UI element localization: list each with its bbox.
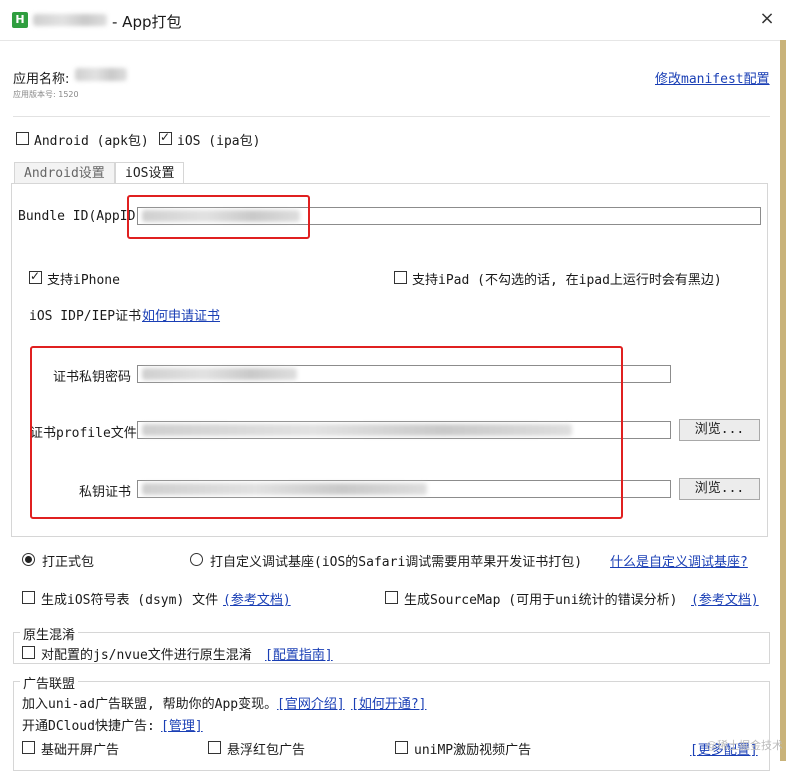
browse-profile-button[interactable]: 浏览...: [679, 419, 760, 441]
obfuscation-checkbox[interactable]: [22, 646, 35, 659]
window-edge-accent: [780, 40, 786, 761]
sourcemap-checkbox[interactable]: [385, 591, 398, 604]
watermark: @稀土掘金技术社区 客: [706, 739, 782, 752]
tab-ios-settings[interactable]: iOS设置: [115, 162, 185, 184]
sourcemap-label: 生成SourceMap (可用于uni统计的错误分析): [404, 593, 678, 608]
close-icon[interactable]: ×: [756, 8, 778, 30]
what-is-custom-base-link[interactable]: 什么是自定义调试基座?: [610, 551, 748, 570]
custom-base-radio[interactable]: [190, 553, 203, 566]
ios-checkbox[interactable]: [159, 130, 172, 145]
dsym-label: 生成iOS符号表 (dsym) 文件: [41, 593, 219, 608]
support-iphone-label: 支持iPhone: [47, 273, 120, 288]
ios-cert-title: iOS IDP/IEP证书: [29, 309, 142, 324]
annotation-box-bundle-id: [127, 195, 310, 239]
support-ipad-checkbox[interactable]: [394, 271, 407, 284]
tab-android-settings[interactable]: Android设置: [14, 162, 115, 184]
ads-how-to-enable-link[interactable]: [如何开通?]: [351, 693, 426, 712]
dcloud-ads-label: 开通DCloud快捷广告:: [22, 719, 155, 734]
ads-manage-link[interactable]: [管理]: [161, 715, 203, 734]
edit-manifest-link[interactable]: 修改manifest配置: [655, 68, 770, 87]
obfuscation-label: 对配置的js/nvue文件进行原生混淆: [41, 648, 252, 663]
redpacket-ad-checkbox[interactable]: [208, 741, 221, 754]
android-checkbox[interactable]: [16, 132, 29, 145]
ios-label: iOS (ipa包): [177, 134, 261, 149]
window-title: - App打包: [112, 13, 182, 31]
title-bar: H - App打包 ×: [0, 0, 786, 41]
ads-intro-text: 加入uni-ad广告联盟, 帮助你的App变现。: [22, 697, 278, 712]
bundle-id-label: Bundle ID(AppID: [18, 209, 136, 224]
custom-base-label: 打自定义调试基座(iOS的Safari调试需要用苹果开发证书打包): [210, 555, 583, 570]
redpacket-ad-label: 悬浮红包广告: [227, 743, 306, 758]
splash-ad-checkbox[interactable]: [22, 741, 35, 754]
blurred-app-name: [75, 68, 127, 81]
formal-build-label: 打正式包: [42, 555, 95, 570]
obfuscation-guide-link[interactable]: [配置指南]: [265, 644, 333, 663]
sourcemap-docs-link[interactable]: (参考文档): [691, 589, 759, 608]
blurred-project-name: [33, 14, 107, 26]
ads-title: 广告联盟: [20, 673, 79, 692]
dsym-checkbox[interactable]: [22, 591, 35, 604]
rewarded-video-ad-checkbox[interactable]: [395, 741, 408, 754]
app-name-label: 应用名称:: [13, 72, 70, 87]
how-to-apply-cert-link[interactable]: 如何申请证书: [142, 305, 220, 324]
splash-ad-label: 基础开屏广告: [41, 743, 120, 758]
hbuilderx-logo-icon: H: [12, 12, 28, 28]
formal-build-radio[interactable]: [22, 553, 35, 566]
obfuscation-title: 原生混淆: [20, 624, 79, 643]
support-iphone-checkbox[interactable]: [29, 269, 42, 284]
ads-official-intro-link[interactable]: [官网介绍]: [277, 693, 345, 712]
annotation-box-certificates: [30, 346, 623, 519]
support-ipad-label: 支持iPad (不勾选的话, 在ipad上运行时会有黑边): [412, 273, 722, 288]
browse-private-key-button[interactable]: 浏览...: [679, 478, 760, 500]
header-separator: [13, 116, 770, 117]
app-version-label: 应用版本号: 1520: [13, 90, 79, 99]
rewarded-video-ad-label: uniMP激励视频广告: [414, 743, 532, 758]
android-label: Android (apk包): [34, 134, 149, 149]
dsym-docs-link[interactable]: (参考文档): [223, 589, 291, 608]
